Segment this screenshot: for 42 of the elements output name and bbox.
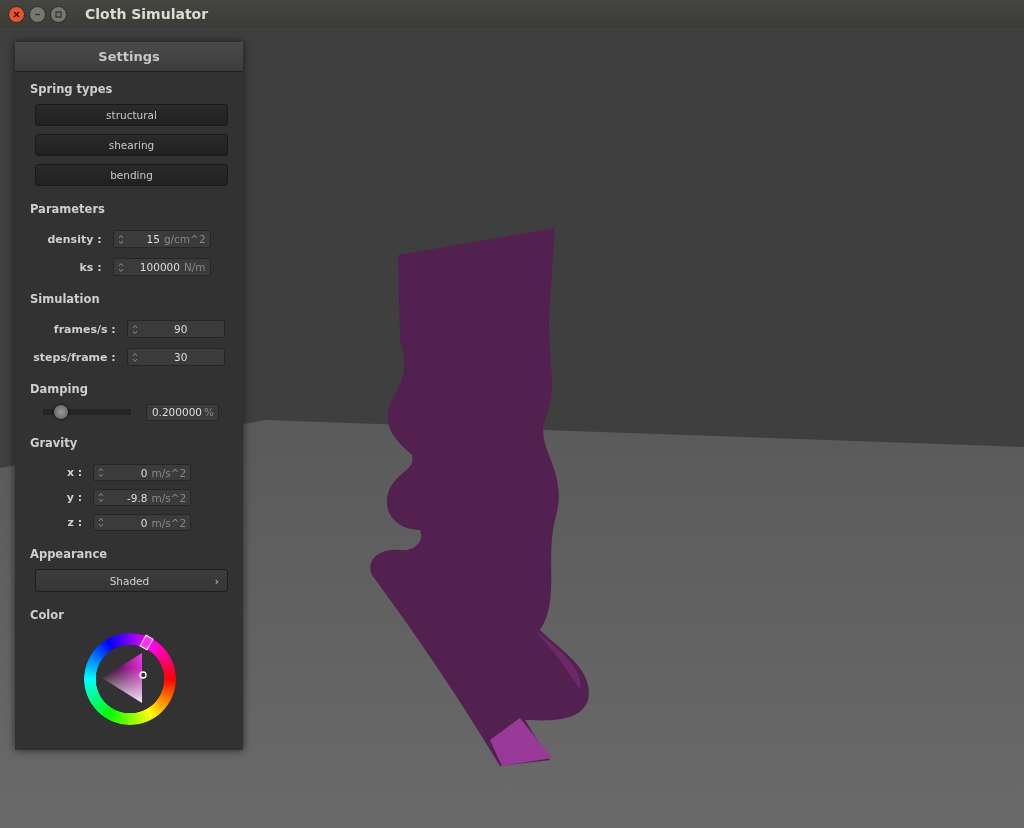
section-title: Parameters (30, 201, 106, 217)
field-label: x : (66, 466, 83, 479)
selection-circle[interactable] (138, 671, 147, 679)
section-title: Simulation (30, 291, 101, 307)
number-field[interactable]: 100000 N/m (112, 258, 211, 276)
spring-type-button[interactable]: bending (35, 164, 228, 186)
section-title: Color (30, 607, 65, 623)
spinner-arrows-icon[interactable] (98, 517, 105, 528)
spinner-arrows-icon[interactable] (98, 492, 105, 503)
spinner-arrows-icon[interactable] (131, 323, 138, 335)
close-icon (13, 10, 20, 18)
section-title: Appearance (30, 546, 109, 562)
number-field[interactable]: 15 g/cm^2 (112, 230, 211, 248)
section-title: Spring types (30, 81, 114, 97)
field-label: frames/s : (53, 322, 116, 336)
spinner-arrows-icon[interactable] (117, 261, 124, 273)
spinner-arrows-icon[interactable] (117, 233, 124, 245)
spring-type-button[interactable]: shearing (35, 134, 228, 156)
field-label: density : (47, 232, 102, 246)
maximize-icon (55, 10, 62, 18)
window-title: Cloth Simulator (85, 6, 209, 22)
spring-type-button[interactable]: structural (35, 104, 228, 126)
spinner-arrows-icon[interactable] (98, 467, 105, 478)
minimize-button[interactable] (29, 5, 46, 23)
number-field[interactable]: 0 m/s^2 (93, 464, 192, 481)
number-field[interactable]: -9.8 m/s^2 (93, 489, 192, 506)
field-label: y : (66, 491, 83, 504)
spinner-arrows-icon[interactable] (131, 351, 138, 363)
field-label: ks : (79, 260, 102, 274)
number-field[interactable]: 90 (126, 320, 225, 338)
field-label: z : (67, 516, 83, 529)
maximize-button[interactable] (50, 5, 67, 23)
field-label: steps/frame : (33, 350, 116, 364)
slider-thumb[interactable] (53, 405, 68, 419)
close-button[interactable] (8, 5, 25, 23)
section-title: Damping (30, 381, 89, 397)
number-field[interactable]: 30 (126, 348, 225, 366)
appearance-dropdown[interactable]: Shaded › (35, 569, 228, 592)
section-title: Gravity (30, 435, 79, 451)
number-field[interactable]: 0.200000 % (146, 403, 219, 421)
number-field[interactable]: 0 m/s^2 (93, 514, 192, 531)
panel-header: Settings (15, 42, 243, 72)
